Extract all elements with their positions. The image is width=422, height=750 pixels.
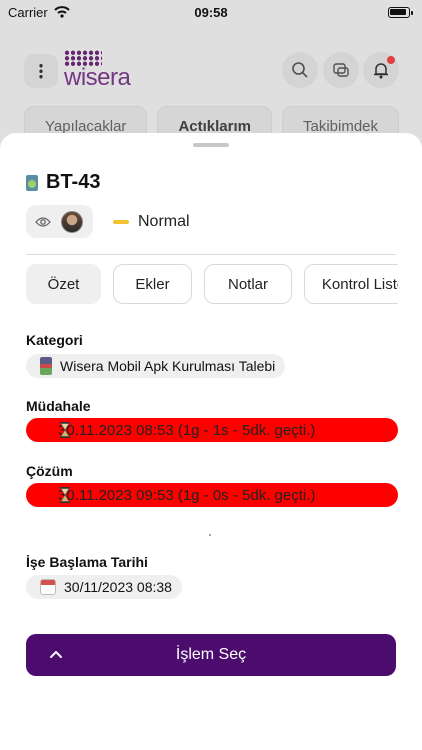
priority-indicator: Normal: [113, 213, 190, 231]
solution-deadline: 30.11.2023 09:53 (1g - 0s - 5dk. geçti.): [26, 483, 398, 507]
chevron-up-icon: [50, 651, 62, 658]
category-icon: [40, 357, 52, 375]
battery-icon: [388, 6, 413, 18]
scroll-indicator: [209, 534, 211, 536]
hourglass-icon: [60, 422, 70, 438]
select-action-button[interactable]: İşlem Seç: [26, 634, 396, 676]
select-action-label: İşlem Seç: [175, 646, 247, 663]
avatar: [61, 210, 83, 233]
priority-label: Normal: [138, 213, 190, 230]
status-bar: Carrier 09:58: [0, 0, 422, 24]
tab-attachments[interactable]: Ekler: [113, 264, 192, 304]
ticket-title: BT-43: [26, 171, 100, 194]
detail-tabs: Özet Ekler Notlar Kontrol Listesi: [26, 264, 398, 304]
calendar-icon: [40, 579, 56, 595]
ticket-type-icon: [26, 174, 38, 191]
intervention-value: 30.11.2023 08:53 (1g - 1s - 5dk. geçti.): [58, 421, 316, 439]
priority-dash-icon: [113, 220, 129, 224]
tab-notes[interactable]: Notlar: [204, 264, 292, 304]
ticket-detail-sheet: BT-43 Normal Özet Ekler Notlar Kontrol L…: [0, 133, 422, 750]
category-value: Wisera Mobil Apk Kurulması Talebi: [60, 358, 276, 374]
solution-value: 30.11.2023 09:53 (1g - 0s - 5dk. geçti.): [58, 486, 316, 504]
start-date-value: 30/11/2023 08:38: [64, 579, 172, 595]
start-date-label: İşe Başlama Tarihi: [26, 554, 148, 570]
eye-icon: [35, 216, 51, 227]
watchers-pill[interactable]: [26, 205, 93, 238]
category-label: Kategori: [26, 332, 83, 348]
tab-summary[interactable]: Özet: [26, 264, 101, 304]
start-date-chip: 30/11/2023 08:38: [26, 575, 182, 599]
carrier-label: Carrier: [8, 4, 48, 20]
divider: [26, 254, 396, 255]
category-chip: Wisera Mobil Apk Kurulması Talebi: [26, 354, 286, 378]
tab-checklist[interactable]: Kontrol Listesi: [304, 264, 398, 304]
hourglass-icon: [60, 487, 70, 503]
intervention-deadline: 30.11.2023 08:53 (1g - 1s - 5dk. geçti.): [26, 418, 398, 442]
ticket-code: BT-43: [46, 171, 101, 193]
wifi-icon: [54, 6, 70, 18]
solution-label: Çözüm: [26, 463, 73, 479]
sheet-grabber[interactable]: [193, 143, 229, 147]
intervention-label: Müdahale: [26, 398, 91, 414]
